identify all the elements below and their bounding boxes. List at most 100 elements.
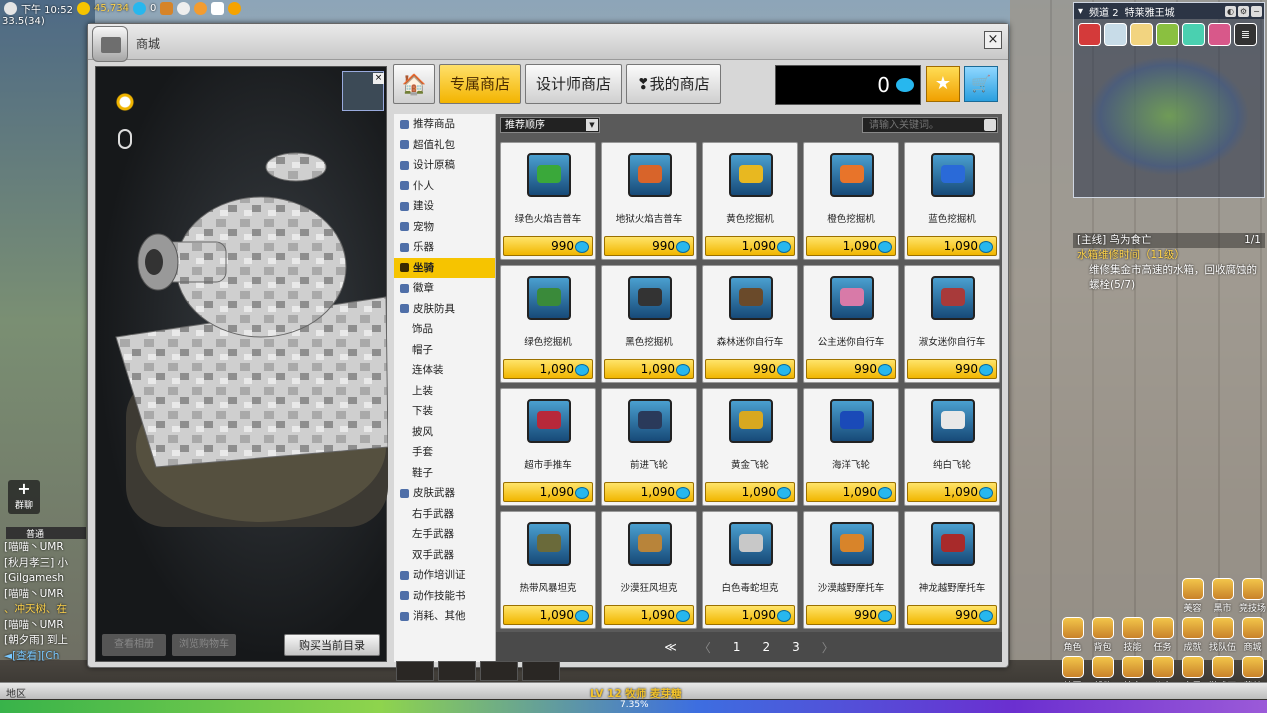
product-image[interactable] (729, 153, 773, 197)
skill-slot[interactable] (480, 661, 518, 681)
tab-exclusive-shop[interactable]: 专属商店 (439, 64, 522, 104)
product-card[interactable]: 白色毒蛇坦克 1,090 (702, 511, 798, 629)
category-item[interactable]: 皮肤武器 (394, 483, 495, 504)
menu-button[interactable]: 任务 (1149, 617, 1176, 653)
product-card[interactable]: 黄色挖掘机 1,090 (702, 142, 798, 260)
chat-tab-normal[interactable]: 普通 (6, 527, 86, 540)
product-card[interactable]: 海洋飞轮 1,090 (803, 388, 899, 506)
product-price-button[interactable]: 1,090 (705, 236, 795, 256)
menu-button[interactable]: 找队伍 (1209, 617, 1236, 653)
category-item[interactable]: 下装 (394, 401, 495, 422)
page-3[interactable]: 3 (792, 640, 800, 654)
menu-button[interactable]: 黑市 (1209, 578, 1236, 614)
menu-button[interactable]: 技能 (1119, 617, 1146, 653)
category-item[interactable]: 宠物 (394, 217, 495, 238)
product-price-button[interactable]: 1,090 (907, 236, 997, 256)
product-price-button[interactable]: 1,090 (705, 605, 795, 625)
product-image[interactable] (729, 522, 773, 566)
product-image[interactable] (527, 399, 571, 443)
product-price-button[interactable]: 990 (503, 236, 593, 256)
add-group-button[interactable]: + 群聊 (8, 480, 40, 514)
category-item[interactable]: 披风 (394, 422, 495, 443)
browse-cart-button[interactable]: 浏览购物车 (172, 634, 236, 656)
product-card[interactable]: 沙漠越野摩托车 990 (803, 511, 899, 629)
tab-my-shop[interactable]: ❣我的商店 (626, 64, 721, 104)
product-card[interactable]: 森林迷你自行车 990 (702, 265, 798, 383)
item-preview[interactable]: × 查看相册 浏览购物车 购买当前目录 (95, 66, 388, 662)
product-image[interactable] (527, 522, 571, 566)
favorites-button[interactable]: ★ (926, 66, 960, 102)
category-item[interactable]: 超值礼包 (394, 135, 495, 156)
list-icon[interactable]: ≣ (1234, 23, 1257, 46)
close-button[interactable]: × (984, 31, 1002, 49)
category-item[interactable]: 推荐商品 (394, 114, 495, 135)
category-item[interactable]: 连体装 (394, 360, 495, 381)
product-card[interactable]: 前进飞轮 1,090 (601, 388, 697, 506)
product-card[interactable]: 黑色挖掘机 1,090 (601, 265, 697, 383)
product-image[interactable] (628, 399, 672, 443)
product-image[interactable] (931, 276, 975, 320)
skill-slot[interactable] (396, 661, 434, 681)
product-image[interactable] (729, 276, 773, 320)
category-item[interactable]: 设计原稿 (394, 155, 495, 176)
category-item[interactable]: 仆人 (394, 176, 495, 197)
minimap-terrain[interactable] (1088, 56, 1250, 176)
pet-icon[interactable] (177, 1, 191, 15)
product-card[interactable]: 淑女迷你自行车 990 (904, 265, 1000, 383)
category-item[interactable]: 手套 (394, 442, 495, 463)
product-price-button[interactable]: 1,090 (604, 359, 694, 379)
product-price-button[interactable]: 1,090 (503, 605, 593, 625)
search-icon[interactable] (984, 119, 996, 131)
product-card[interactable]: 沙漠狂风坦克 1,090 (601, 511, 697, 629)
product-card[interactable]: 黄金飞轮 1,090 (702, 388, 798, 506)
product-card[interactable]: 神龙越野摩托车 990 (904, 511, 1000, 629)
product-image[interactable] (527, 153, 571, 197)
minimap-minimize-icon[interactable]: − (1251, 5, 1262, 17)
product-price-button[interactable]: 990 (806, 359, 896, 379)
product-image[interactable] (830, 522, 874, 566)
page-2[interactable]: 2 (762, 640, 770, 654)
avatar[interactable] (1208, 23, 1231, 46)
category-item[interactable]: 建设 (394, 196, 495, 217)
sort-dropdown[interactable]: 推荐顺序 ▼ (500, 117, 600, 133)
product-price-button[interactable]: 1,090 (503, 482, 593, 502)
category-item[interactable]: 帽子 (394, 340, 495, 361)
product-image[interactable] (830, 276, 874, 320)
product-image[interactable] (931, 522, 975, 566)
skill-slot[interactable] (522, 661, 560, 681)
minimap-settings-icon[interactable]: ◐ (1225, 5, 1236, 17)
category-item[interactable]: 皮肤防具 (394, 299, 495, 320)
product-image[interactable] (628, 153, 672, 197)
product-card[interactable]: 超市手推车 1,090 (500, 388, 596, 506)
prev-page-button[interactable]: 〈 (699, 639, 711, 656)
category-item[interactable]: 左手武器 (394, 524, 495, 545)
thumbnail-close-icon[interactable]: × (373, 73, 384, 84)
product-card[interactable]: 橙色挖掘机 1,090 (803, 142, 899, 260)
help-icon[interactable] (211, 1, 225, 15)
cart-button[interactable]: 🛒 (964, 66, 998, 102)
product-card[interactable]: 蓝色挖掘机 1,090 (904, 142, 1000, 260)
product-price-button[interactable]: 990 (705, 359, 795, 379)
product-price-button[interactable]: 990 (907, 359, 997, 379)
product-price-button[interactable]: 1,090 (806, 482, 896, 502)
product-card[interactable]: 纯白飞轮 1,090 (904, 388, 1000, 506)
minimap[interactable]: ▾ 频道 2 特莱雅王城 ◐ ⚙ − ≣ (1073, 2, 1265, 198)
category-item[interactable]: 动作培训证 (394, 565, 495, 586)
product-card[interactable]: 绿色火焰吉普车 990 (500, 142, 596, 260)
avatar[interactable] (1104, 23, 1127, 46)
minimap-toggle-icon[interactable]: ▾ (1078, 6, 1083, 17)
buy-current-list-button[interactable]: 购买当前目录 (284, 634, 380, 656)
view-album-button[interactable]: 查看相册 (102, 634, 166, 656)
menu-button[interactable]: 背包 (1089, 617, 1116, 653)
search-input[interactable] (863, 118, 973, 133)
rotate-control-icon[interactable] (110, 87, 140, 117)
product-price-button[interactable]: 1,090 (806, 236, 896, 256)
menu-button[interactable]: 成就 (1179, 617, 1206, 653)
bag-icon[interactable] (160, 1, 174, 15)
product-card[interactable]: 公主迷你自行车 990 (803, 265, 899, 383)
product-card[interactable]: 热带风暴坦克 1,090 (500, 511, 596, 629)
quest-subtitle[interactable]: 水箱维修时间（11级） (1073, 248, 1265, 263)
product-price-button[interactable]: 1,090 (604, 482, 694, 502)
category-item[interactable]: 徽章 (394, 278, 495, 299)
first-page-button[interactable]: ≪ (664, 640, 677, 654)
